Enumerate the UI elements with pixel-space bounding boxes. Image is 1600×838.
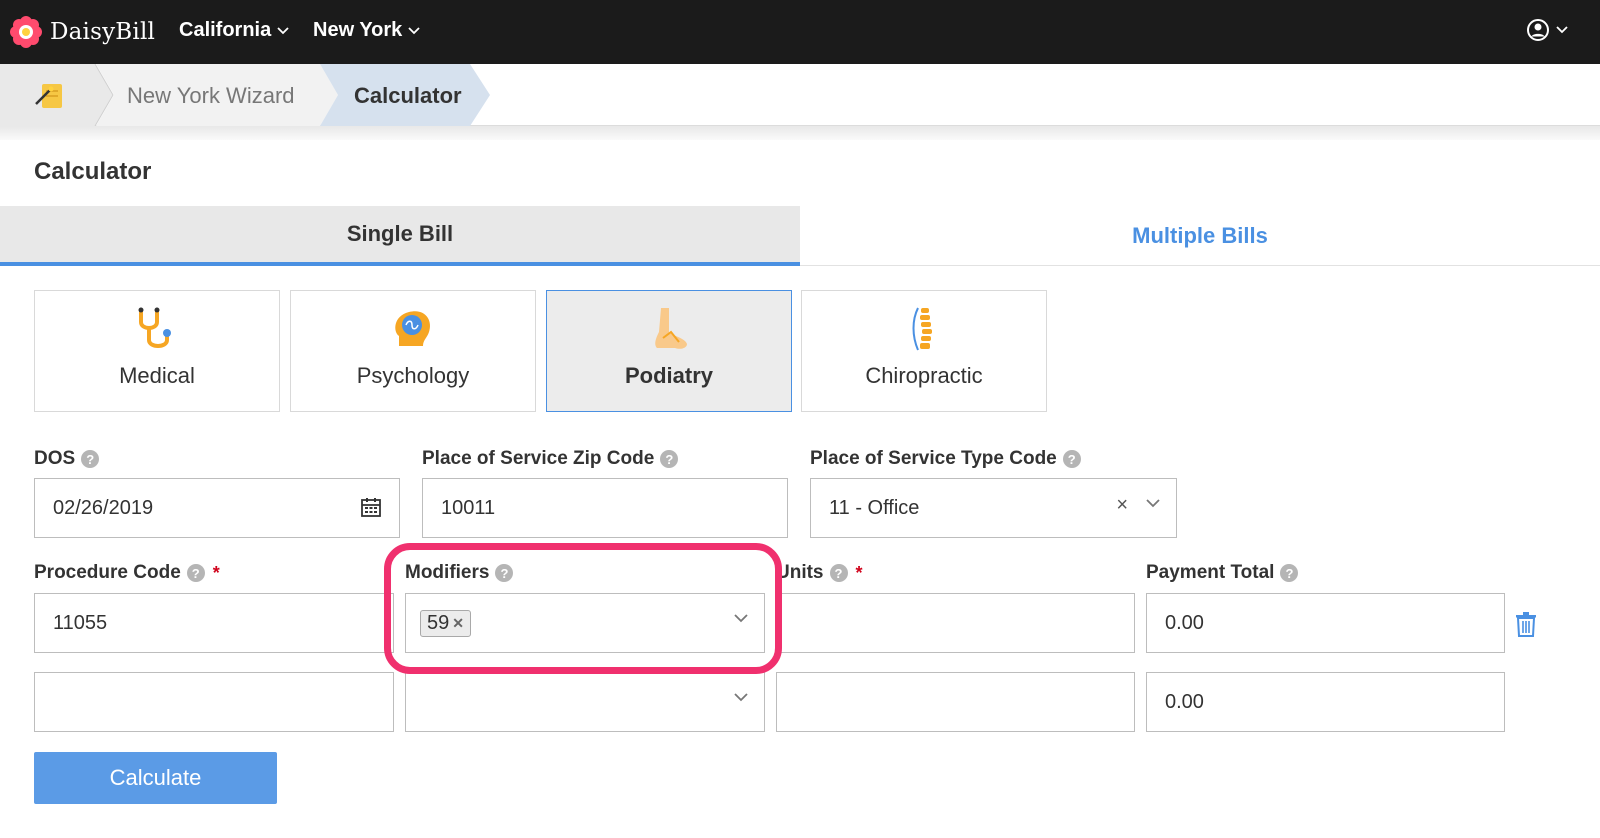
pos-type-select[interactable]: 11 - Office × — [810, 478, 1177, 538]
tab-multiple-bills[interactable]: Multiple Bills — [800, 206, 1600, 266]
breadcrumb-calculator: Calculator — [354, 83, 462, 108]
user-menu[interactable] — [1526, 18, 1568, 42]
specialty-card-podiatry[interactable]: Podiatry — [546, 290, 792, 412]
modifiers-select[interactable]: 59 ✕ — [405, 593, 765, 653]
page-title: Calculator — [34, 158, 152, 185]
help-icon[interactable]: ? — [660, 450, 679, 468]
wizard-wand-icon — [35, 84, 62, 108]
breadcrumb-new-york-wizard[interactable]: New York Wizard — [127, 83, 295, 109]
specialty-card-chiropractic[interactable]: Chiropractic — [801, 290, 1047, 412]
calculate-button[interactable]: Calculate — [34, 752, 277, 804]
brain-icon — [395, 311, 431, 346]
payment-total-label: Payment Total ? — [1146, 562, 1299, 584]
payment-total-field: 0.00 — [1146, 672, 1505, 732]
specialty-label: Medical — [119, 363, 195, 388]
help-icon[interactable]: ? — [1280, 564, 1299, 582]
units-label: Units ? * — [776, 562, 863, 584]
nav-new-york[interactable]: New York — [313, 19, 420, 42]
help-icon[interactable]: ? — [186, 564, 205, 582]
dos-field[interactable]: 02/26/2019 — [34, 478, 400, 538]
chevron-down-icon — [277, 26, 289, 34]
tab-single-bill[interactable]: Single Bill — [0, 206, 800, 266]
user-account-icon — [1527, 19, 1549, 41]
dos-value: 02/26/2019 — [53, 496, 154, 519]
help-icon[interactable]: ? — [829, 564, 848, 582]
zip-label-text: Place of Service Zip Code — [422, 448, 655, 469]
foot-icon — [655, 308, 687, 349]
tab-multiple-bills-label: Multiple Bills — [1132, 222, 1268, 248]
modifier-tag-label: 59 — [427, 611, 450, 634]
required-marker: * — [855, 562, 863, 583]
dos-label-text: DOS — [34, 448, 76, 469]
brand-name: DaisyBill — [50, 19, 156, 45]
pos-type-value: 11 - Office — [829, 496, 920, 519]
units-label-text: Units — [776, 562, 824, 583]
nav-new-york-label: New York — [313, 19, 403, 41]
calendar-icon[interactable] — [361, 497, 381, 517]
modifiers-label: Modifiers ? — [405, 562, 514, 584]
remove-tag-icon[interactable]: ✕ — [452, 615, 464, 632]
chevron-down-icon — [734, 614, 748, 623]
specialty-card-medical[interactable]: Medical — [34, 290, 280, 412]
chevron-down-icon — [1146, 499, 1160, 508]
payment-total-field: 0.00 — [1146, 593, 1505, 653]
help-icon[interactable]: ? — [1062, 450, 1081, 468]
procedure-code-input[interactable]: 11055 — [34, 593, 394, 653]
pos-type-label-text: Place of Service Type Code — [810, 448, 1057, 469]
help-icon[interactable]: ? — [495, 564, 514, 582]
procedure-code-input[interactable] — [34, 672, 394, 732]
units-input[interactable] — [776, 593, 1135, 653]
pos-type-label: Place of Service Type Code ? — [810, 448, 1081, 470]
modifiers-label-text: Modifiers — [405, 562, 490, 583]
stethoscope-icon — [138, 307, 171, 348]
specialty-label: Chiropractic — [865, 363, 983, 388]
payment-value: 0.00 — [1165, 690, 1204, 713]
trash-icon[interactable] — [1515, 611, 1537, 637]
chevron-down-icon — [734, 693, 748, 702]
dos-label: DOS ? — [34, 448, 100, 470]
procedure-code-label: Procedure Code ? * — [34, 562, 220, 584]
specialty-label: Psychology — [356, 363, 470, 388]
nav-california-label: California — [179, 19, 272, 41]
brand-logo[interactable]: DaisyBill — [10, 14, 155, 50]
divider — [0, 126, 1600, 140]
nav-california[interactable]: California — [179, 19, 289, 42]
units-input[interactable] — [776, 672, 1135, 732]
modifier-tag[interactable]: 59 ✕ — [420, 609, 471, 637]
zip-value: 10011 — [441, 496, 496, 519]
specialty-card-psychology[interactable]: Psychology — [290, 290, 536, 412]
procedure-value: 11055 — [53, 611, 108, 634]
clear-icon[interactable]: × — [1116, 494, 1128, 517]
top-navbar: DaisyBill California New York — [0, 0, 1600, 64]
daisy-logo-icon — [10, 16, 42, 48]
tab-single-bill-label: Single Bill — [346, 221, 454, 246]
zip-label: Place of Service Zip Code ? — [422, 448, 679, 470]
payment-value: 0.00 — [1165, 611, 1204, 634]
required-marker: * — [212, 562, 220, 583]
breadcrumb-home[interactable] — [34, 80, 66, 115]
specialty-label: Podiatry — [624, 363, 714, 388]
breadcrumb: New York Wizard Calculator — [0, 64, 1600, 126]
payment-label-text: Payment Total — [1146, 562, 1275, 583]
help-icon[interactable]: ? — [81, 450, 100, 468]
zip-code-input[interactable]: 10011 — [422, 478, 788, 538]
modifiers-select[interactable] — [405, 672, 765, 732]
chevron-down-icon — [1556, 26, 1568, 34]
procedure-label-text: Procedure Code — [34, 562, 181, 583]
spine-icon — [912, 307, 932, 351]
chevron-down-icon — [408, 26, 420, 34]
